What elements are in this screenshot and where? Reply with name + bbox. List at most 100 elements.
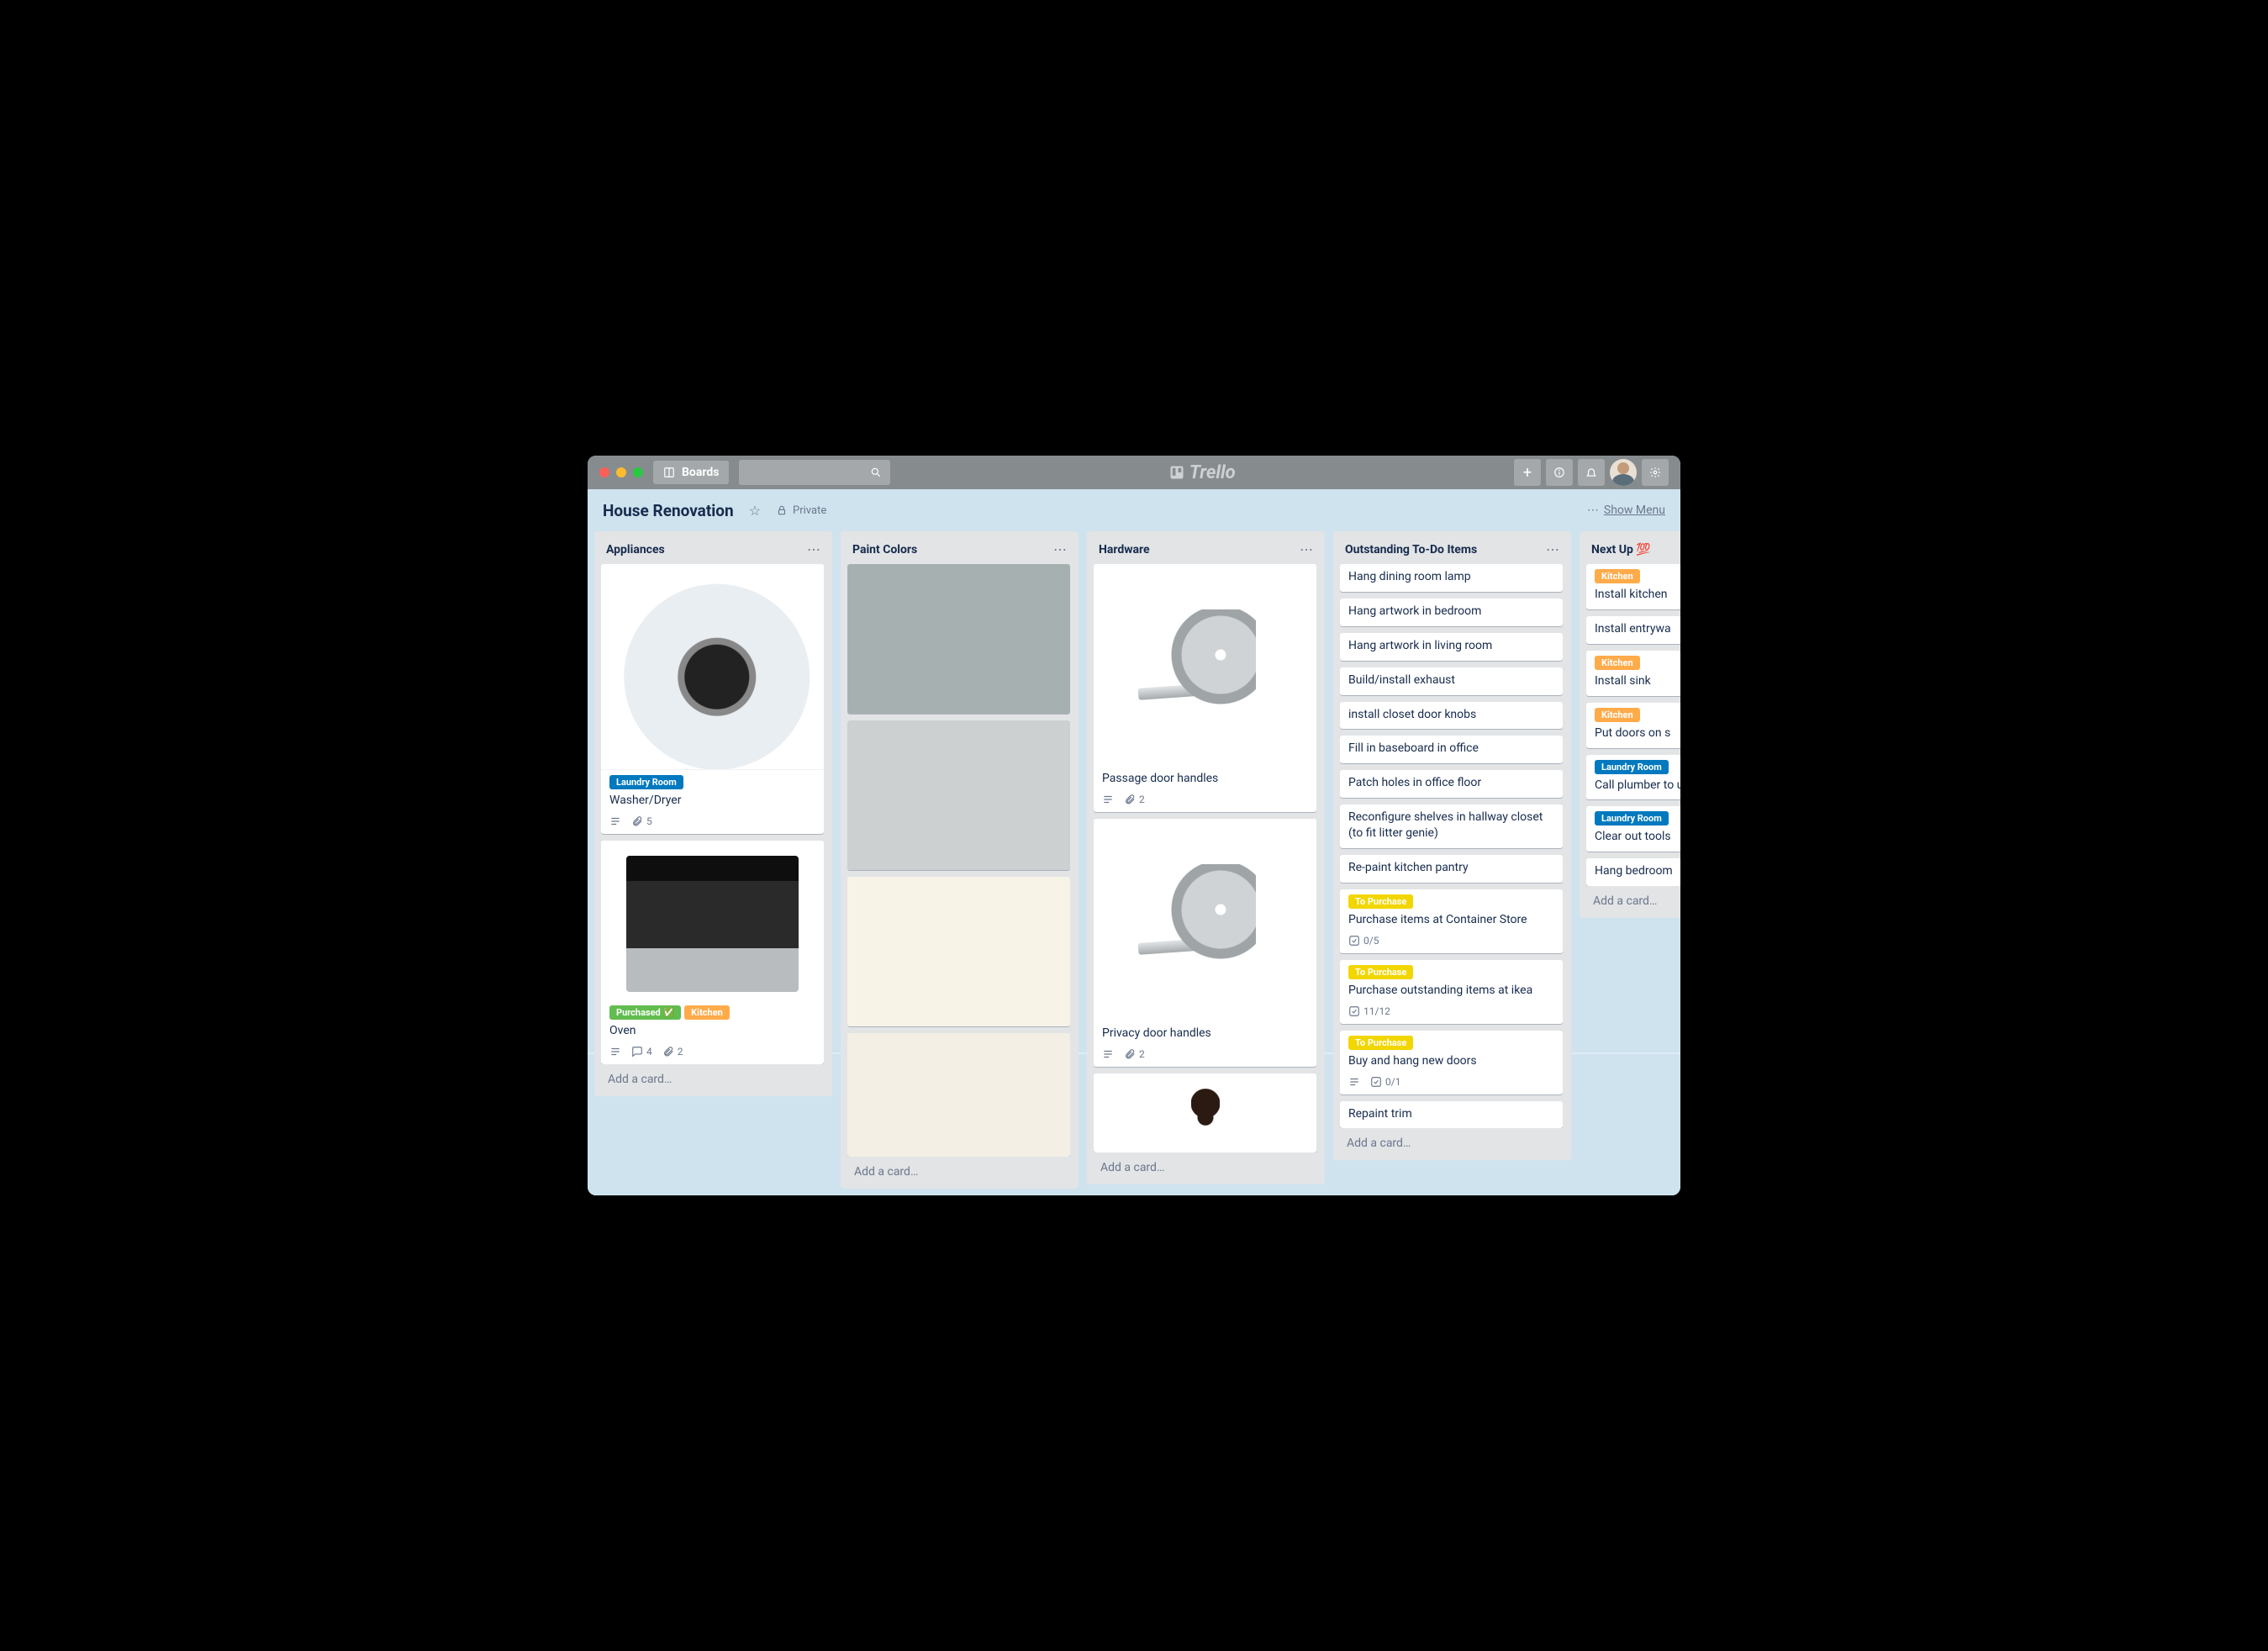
card-badges: 2	[1094, 789, 1316, 807]
card-title: Washer/Dryer	[609, 793, 815, 809]
card-title: Fill in baseboard in office	[1348, 741, 1554, 757]
create-button[interactable]: +	[1514, 459, 1541, 486]
card-labels: To Purchase	[1348, 965, 1554, 979]
trello-glyph-icon	[1169, 465, 1184, 480]
card[interactable]: Ceiling 2	[847, 877, 1070, 1026]
card[interactable]: Hang artwork in living room	[1340, 633, 1563, 661]
card[interactable]: Patch holes in office floor	[1340, 770, 1563, 798]
add-card-button[interactable]: Add a card…	[1586, 886, 1680, 918]
card-title: Reconfigure shelves in hallway closet (t…	[1348, 810, 1554, 841]
card[interactable]: install closet door knobs	[1340, 702, 1563, 730]
card[interactable]: Privacy door handles 2	[1094, 819, 1316, 1067]
minimize-window-icon[interactable]	[616, 467, 626, 477]
card-label[interactable]: To Purchase	[1348, 1036, 1413, 1050]
card[interactable]: Hang bedroom	[1586, 858, 1680, 886]
card[interactable]: KitchenInstall kitchen	[1586, 564, 1680, 609]
description-badge	[1348, 1076, 1360, 1088]
card-label[interactable]: Laundry Room	[1595, 760, 1669, 774]
notifications-button[interactable]	[1578, 459, 1605, 486]
card[interactable]: Entry & Hallway 2	[847, 720, 1070, 870]
card-cover-image	[1094, 564, 1316, 766]
card[interactable]: To PurchasePurchase outstanding items at…	[1340, 960, 1563, 1024]
card-title: Install sink	[1595, 673, 1680, 689]
card-labels: Purchased ✅Kitchen	[609, 1005, 815, 1020]
gear-icon	[1649, 467, 1661, 478]
card[interactable]	[847, 1033, 1070, 1157]
board-title[interactable]: House Renovation	[603, 501, 734, 520]
card[interactable]: Repaint trim	[1340, 1101, 1563, 1129]
card[interactable]: To PurchasePurchase items at Container S…	[1340, 889, 1563, 953]
card[interactable]: Passage door handles 2	[1094, 564, 1316, 812]
board-canvas[interactable]: Appliances⋯Laundry RoomWasher/Dryer 5Pur…	[588, 531, 1680, 1195]
star-board-button[interactable]: ☆	[749, 503, 761, 519]
board-privacy[interactable]: Private	[776, 504, 826, 517]
list: Outstanding To-Do Items⋯ Hang dining room…	[1333, 531, 1571, 1160]
app-window: Boards Trello + House Renovation ☆	[588, 456, 1680, 1195]
info-button[interactable]	[1546, 459, 1573, 486]
list-title[interactable]: Next Up 💯	[1591, 543, 1680, 556]
card-label[interactable]: Kitchen	[1595, 656, 1640, 670]
card-list: Laundry Room Washer/Dryer 5 Purchased ✅Kit…	[601, 564, 825, 1064]
list-menu-button[interactable]: ⋯	[807, 541, 820, 557]
card[interactable]: Hang artwork in bedroom	[1340, 599, 1563, 626]
card-label[interactable]: To Purchase	[1348, 965, 1413, 979]
search-input[interactable]	[739, 460, 890, 485]
card-label[interactable]: Kitchen	[1595, 708, 1640, 722]
card-label[interactable]: Laundry Room	[609, 775, 683, 789]
card-title: Passage door handles	[1102, 771, 1308, 787]
card-label[interactable]: Kitchen	[684, 1005, 730, 1020]
add-card-button[interactable]: Add a card…	[847, 1157, 1072, 1189]
boards-button[interactable]: Boards	[653, 461, 729, 484]
card[interactable]: Kitchen Install sink	[1586, 651, 1680, 696]
settings-button[interactable]	[1642, 459, 1669, 486]
card[interactable]: Re-paint kitchen pantry	[1340, 855, 1563, 883]
card-label[interactable]: Laundry Room	[1595, 811, 1669, 826]
card-badges: 5	[601, 810, 824, 829]
add-card-button[interactable]: Add a card…	[1094, 1153, 1318, 1184]
add-card-button[interactable]: Add a card…	[1340, 1128, 1564, 1160]
card-labels: To Purchase	[1348, 894, 1554, 909]
card[interactable]: To PurchaseBuy and hang new doors 0/1	[1340, 1031, 1563, 1095]
card[interactable]: Build/install exhaust	[1340, 667, 1563, 695]
card-cover-color	[847, 720, 1070, 870]
add-card-button[interactable]: Add a card…	[601, 1064, 825, 1096]
card[interactable]: Hang dining room lamp	[1340, 564, 1563, 592]
card-label[interactable]: To Purchase	[1348, 894, 1413, 909]
card[interactable]: Laundry RoomClear out tools	[1586, 806, 1680, 852]
list-menu-button[interactable]: ⋯	[1300, 541, 1313, 557]
list-menu-button[interactable]: ⋯	[1546, 541, 1559, 557]
card[interactable]: Office and Bedroom 2	[847, 564, 1070, 714]
close-window-icon[interactable]	[599, 467, 609, 477]
list-title[interactable]: Appliances	[606, 543, 807, 556]
attachment-badge: 5	[631, 815, 652, 827]
window-traffic-lights	[599, 467, 643, 477]
list-title[interactable]: Hardware	[1099, 543, 1300, 556]
card-list: Passage door handles 2Privacy door handl…	[1094, 564, 1318, 1153]
card-badges: 2	[1094, 1043, 1316, 1062]
card-label[interactable]: Purchased ✅	[609, 1005, 681, 1020]
list-title[interactable]: Outstanding To-Do Items	[1345, 543, 1546, 556]
attachment-badge: 2	[662, 1046, 683, 1058]
card[interactable]: Laundry RoomCall plumber to ups	[1586, 755, 1680, 800]
card-label[interactable]: Kitchen	[1595, 569, 1640, 583]
user-avatar[interactable]	[1610, 459, 1637, 486]
titlebar: Boards Trello +	[588, 456, 1680, 489]
list-menu-button[interactable]: ⋯	[1053, 541, 1067, 557]
card-title: Put doors on s	[1595, 725, 1680, 741]
card-title: Hang artwork in living room	[1348, 638, 1554, 654]
attachment-badge: 2	[1124, 1048, 1145, 1060]
card[interactable]: Fill in baseboard in office	[1340, 736, 1563, 763]
card-cover-image	[1094, 819, 1316, 1021]
header-right: +	[1514, 459, 1669, 486]
card[interactable]: Install entrywa	[1586, 616, 1680, 644]
card[interactable]: Purchased ✅KitchenOven 4 2	[601, 841, 824, 1064]
show-menu-button[interactable]: ⋯ Show Menu	[1587, 504, 1665, 517]
card[interactable]: Laundry Room Washer/Dryer 5	[601, 564, 824, 834]
fullscreen-window-icon[interactable]	[633, 467, 643, 477]
card[interactable]: Reconfigure shelves in hallway closet (t…	[1340, 804, 1563, 848]
card[interactable]	[1094, 1073, 1316, 1153]
card-cover-color	[847, 877, 1070, 1026]
card-title: install closet door knobs	[1348, 707, 1554, 723]
card[interactable]: Kitchen Put doors on s	[1586, 703, 1680, 748]
list-title[interactable]: Paint Colors	[852, 543, 1053, 556]
